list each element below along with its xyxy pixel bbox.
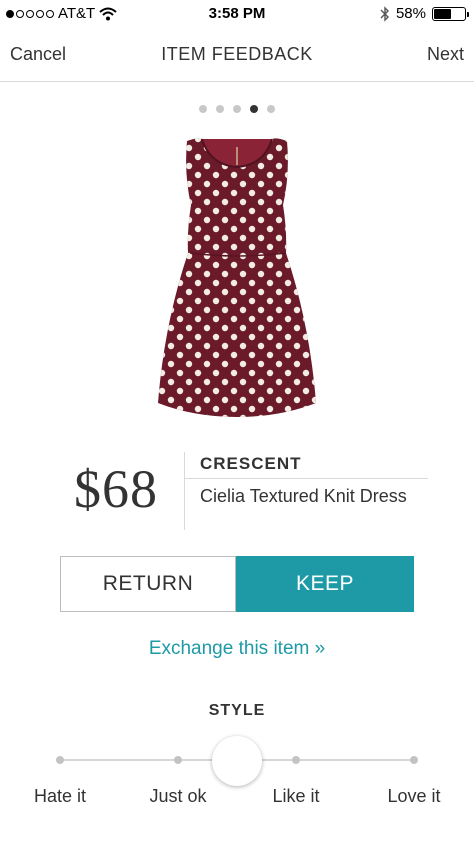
- style-slider-thumb[interactable]: [212, 736, 262, 786]
- page-title: ITEM FEEDBACK: [161, 44, 313, 64]
- page-dot[interactable]: [233, 105, 241, 113]
- page-dot[interactable]: [267, 105, 275, 113]
- keep-button[interactable]: KEEP: [236, 556, 414, 612]
- divider: [184, 452, 185, 530]
- style-option-hate[interactable]: Hate it: [0, 786, 120, 807]
- style-option-love[interactable]: Love it: [354, 786, 474, 807]
- brand-name: CRESCENT: [200, 454, 302, 473]
- slider-stop[interactable]: [410, 756, 418, 764]
- battery-percent: 58%: [395, 5, 426, 22]
- next-button[interactable]: Next: [427, 44, 464, 65]
- page-indicator[interactable]: [0, 105, 474, 113]
- item-name: Cielia Textured Knit Dress: [200, 486, 407, 506]
- page-dot[interactable]: [199, 105, 207, 113]
- nav-bar: Cancel ITEM FEEDBACK Next: [0, 28, 474, 82]
- page-dot[interactable]: [216, 105, 224, 113]
- return-button[interactable]: RETURN: [60, 556, 236, 612]
- battery-icon: [432, 6, 469, 21]
- price: $68: [74, 459, 158, 519]
- divider: [184, 478, 428, 479]
- slider-stop[interactable]: [292, 756, 300, 764]
- style-option-just-ok[interactable]: Just ok: [118, 786, 238, 807]
- exchange-link[interactable]: Exchange this item »: [0, 638, 474, 660]
- bluetooth-icon: [380, 5, 389, 22]
- slider-stop[interactable]: [56, 756, 64, 764]
- style-option-like[interactable]: Like it: [236, 786, 356, 807]
- product-image: [140, 135, 334, 420]
- slider-stop[interactable]: [174, 756, 182, 764]
- status-bar: AT&T 3:58 PM 58%: [0, 0, 474, 28]
- status-right: 58%: [380, 5, 469, 22]
- decision-buttons: RETURN KEEP: [60, 556, 414, 612]
- style-section-title: STYLE: [208, 702, 266, 719]
- page-dot[interactable]: [250, 105, 258, 113]
